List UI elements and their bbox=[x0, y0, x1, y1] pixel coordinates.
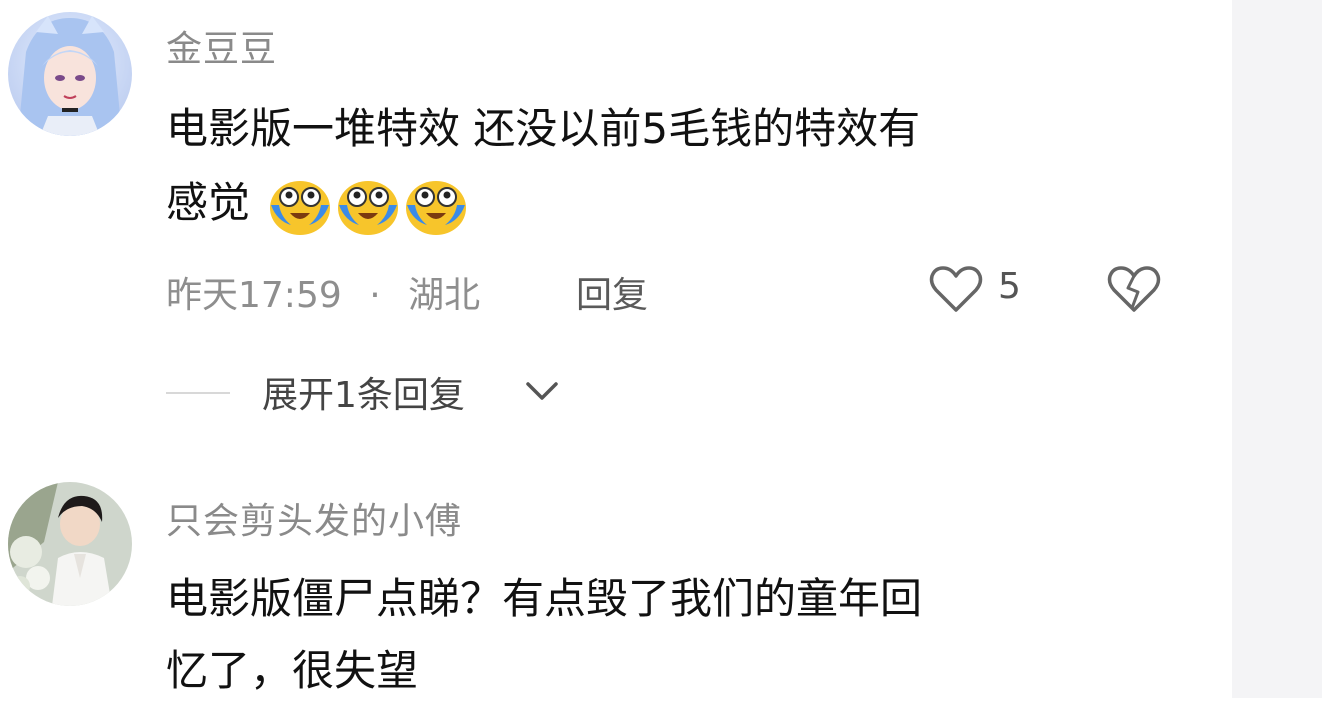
crying-laugh-emoji bbox=[335, 173, 401, 239]
comment-text: 电影版僵尸点睇？有点毁了我们的童年回 bbox=[166, 562, 922, 635]
comment-text-line: 忆了，很失望 bbox=[166, 646, 419, 695]
heart-icon[interactable] bbox=[928, 264, 984, 314]
meta-separator: · bbox=[369, 275, 381, 316]
expand-replies-button[interactable]: 展开1条回复 bbox=[262, 366, 465, 418]
comment-text-line: 电影版一堆特效 还没以前5毛钱的特效有 bbox=[166, 104, 921, 153]
chevron-down-icon[interactable] bbox=[522, 376, 562, 406]
comment-time: 昨天17:59 bbox=[166, 275, 342, 316]
comment-text: 电影版一堆特效 还没以前5毛钱的特效有 bbox=[166, 92, 920, 165]
comment-item: 金豆豆 电影版一堆特效 还没以前5毛钱的特效有 感觉 昨天17:59 · 湖北 … bbox=[0, 0, 1232, 440]
comment-location: 湖北 bbox=[408, 275, 481, 316]
comment-meta: 昨天17:59 · 湖北 bbox=[166, 266, 480, 318]
avatar[interactable] bbox=[8, 12, 132, 136]
expand-divider bbox=[166, 392, 230, 394]
comment-text-line: 感觉 bbox=[166, 178, 251, 227]
comment-text-continued: 忆了，很失望 bbox=[166, 634, 418, 707]
comment-username[interactable]: 金豆豆 bbox=[166, 20, 277, 72]
crying-laugh-emoji bbox=[403, 173, 469, 239]
comment-text-continued: 感觉 bbox=[166, 166, 469, 239]
avatar[interactable] bbox=[8, 482, 132, 606]
comment-item: 只会剪头发的小傅 电影版僵尸点睇？有点毁了我们的童年回 忆了，很失望 bbox=[0, 470, 1232, 698]
scrollbar-track bbox=[1232, 0, 1322, 698]
comment-username[interactable]: 只会剪头发的小傅 bbox=[166, 492, 462, 544]
like-count: 5 bbox=[998, 266, 1021, 307]
comment-text-line: 电影版僵尸点睇？有点毁了我们的童年回 bbox=[166, 574, 923, 623]
crying-laugh-emoji bbox=[267, 173, 333, 239]
broken-heart-icon[interactable] bbox=[1106, 264, 1162, 314]
reply-button[interactable]: 回复 bbox=[576, 266, 648, 318]
